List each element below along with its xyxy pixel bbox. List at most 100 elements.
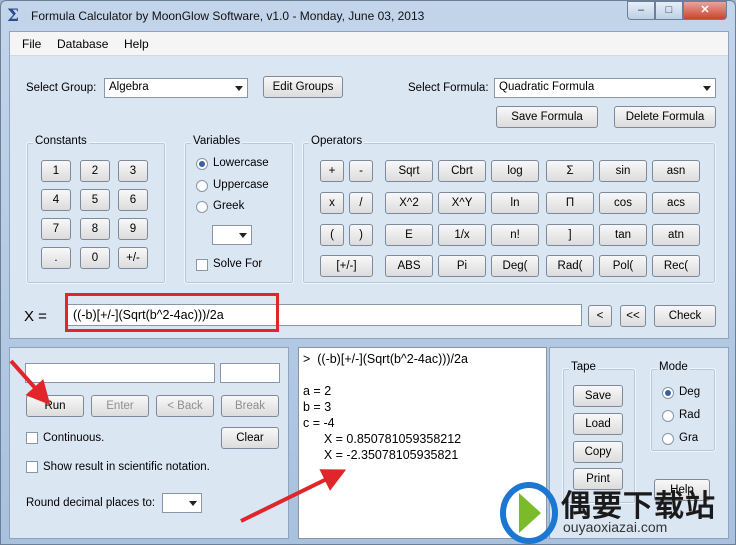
op-bracket-button[interactable]: ] [546, 224, 594, 246]
op-rec-button[interactable]: Rec( [652, 255, 700, 277]
window-title: Formula Calculator by MoonGlow Software,… [31, 9, 425, 23]
op-deg-button[interactable]: Deg( [491, 255, 539, 277]
save-formula-button[interactable]: Save Formula [496, 106, 598, 128]
op-square-button[interactable]: X^2 [385, 192, 433, 214]
run-button[interactable]: Run [26, 395, 84, 417]
op-factorial-button[interactable]: n! [491, 224, 539, 246]
op-plus-button[interactable]: + [320, 160, 344, 182]
check-button[interactable]: Check [654, 305, 716, 327]
op-acs-button[interactable]: acs [652, 192, 700, 214]
deg-label: Deg [679, 386, 701, 398]
op-atn-button[interactable]: atn [652, 224, 700, 246]
chevron-down-icon [703, 86, 711, 91]
input-field-small[interactable] [220, 363, 280, 383]
operators-title: Operators [309, 135, 365, 147]
back-button[interactable]: < Back [156, 395, 214, 417]
edit-groups-button[interactable]: Edit Groups [263, 76, 343, 98]
key-plus-minus[interactable]: +/- [118, 247, 148, 269]
op-exp-button[interactable]: E [385, 224, 433, 246]
output-line: b = 3 [303, 400, 332, 414]
scientific-checkbox[interactable] [26, 461, 38, 473]
op-product-button[interactable]: Π [546, 192, 594, 214]
maximize-button[interactable]: □ [655, 1, 683, 20]
tape-save-button[interactable]: Save [573, 385, 623, 407]
chevron-down-icon [189, 501, 197, 506]
tape-load-button[interactable]: Load [573, 413, 623, 435]
op-cos-button[interactable]: cos [599, 192, 647, 214]
op-open-paren-button[interactable]: ( [320, 224, 344, 246]
solve-for-label: Solve For [213, 258, 263, 270]
op-rad-button[interactable]: Rad( [546, 255, 594, 277]
enter-button[interactable]: Enter [91, 395, 149, 417]
key-4[interactable]: 4 [41, 189, 71, 211]
chevron-down-icon [239, 233, 247, 238]
greek-radio[interactable] [196, 201, 208, 213]
key-9[interactable]: 9 [118, 218, 148, 240]
key-decimal[interactable]: . [41, 247, 71, 269]
backspace-button[interactable]: < [588, 305, 612, 327]
op-pi-button[interactable]: Pi [438, 255, 486, 277]
uppercase-radio[interactable] [196, 180, 208, 192]
select-formula-label: Select Formula: [408, 82, 489, 94]
gra-radio[interactable] [662, 433, 674, 445]
minimize-button[interactable]: – [627, 1, 655, 20]
deg-radio[interactable] [662, 387, 674, 399]
app-window: Σ Formula Calculator by MoonGlow Softwar… [0, 0, 736, 545]
close-button[interactable]: ✕ [683, 1, 727, 20]
op-minus-button[interactable]: - [349, 160, 373, 182]
delete-formula-button[interactable]: Delete Formula [614, 106, 716, 128]
key-7[interactable]: 7 [41, 218, 71, 240]
key-0[interactable]: 0 [80, 247, 110, 269]
run-panel: Run Enter < Back Break Continuous. Clear… [9, 347, 289, 539]
key-2[interactable]: 2 [80, 160, 110, 182]
op-close-paren-button[interactable]: ) [349, 224, 373, 246]
op-reciprocal-button[interactable]: 1/x [438, 224, 486, 246]
menu-file[interactable]: File [22, 37, 41, 51]
constants-group: Constants 1 2 3 4 5 6 7 8 9 . 0 +/- [26, 135, 166, 284]
select-group-dropdown[interactable]: Algebra [104, 78, 248, 98]
variable-dropdown[interactable] [212, 225, 252, 245]
select-formula-dropdown[interactable]: Quadratic Formula [494, 78, 716, 98]
op-ln-button[interactable]: ln [491, 192, 539, 214]
key-8[interactable]: 8 [80, 218, 110, 240]
clear-button[interactable]: Clear [221, 427, 279, 449]
op-log-button[interactable]: log [491, 160, 539, 182]
op-sum-button[interactable]: Σ [546, 160, 594, 182]
op-power-button[interactable]: X^Y [438, 192, 486, 214]
chevron-down-icon [235, 86, 243, 91]
round-dropdown[interactable] [162, 493, 202, 513]
watermark-logo-icon [500, 482, 558, 544]
key-3[interactable]: 3 [118, 160, 148, 182]
main-panel: File Database Help Select Group: Algebra… [9, 31, 729, 339]
input-field[interactable] [25, 363, 215, 383]
tape-copy-button[interactable]: Copy [573, 441, 623, 463]
solve-for-checkbox[interactable] [196, 259, 208, 271]
op-tan-button[interactable]: tan [599, 224, 647, 246]
lowercase-radio[interactable] [196, 158, 208, 170]
continuous-checkbox[interactable] [26, 432, 38, 444]
op-abs-button[interactable]: ABS [385, 255, 433, 277]
menu-database[interactable]: Database [57, 37, 108, 51]
op-plus-minus-button[interactable]: [+/-] [320, 255, 373, 277]
op-sqrt-button[interactable]: Sqrt [385, 160, 433, 182]
op-multiply-button[interactable]: x [320, 192, 344, 214]
key-6[interactable]: 6 [118, 189, 148, 211]
title-bar[interactable]: Σ Formula Calculator by MoonGlow Softwar… [1, 1, 735, 31]
op-sin-button[interactable]: sin [599, 160, 647, 182]
key-5[interactable]: 5 [80, 189, 110, 211]
break-button[interactable]: Break [221, 395, 279, 417]
watermark: 偶要下载站 ouyaoxiazai.com [499, 477, 736, 545]
op-divide-button[interactable]: / [349, 192, 373, 214]
output-line: X = 0.850781059358212 [303, 432, 462, 446]
op-cbrt-button[interactable]: Cbrt [438, 160, 486, 182]
mode-group: Mode Deg Rad Gra [650, 361, 716, 452]
operators-group: Operators + - Sqrt Cbrt log Σ sin asn x … [302, 135, 716, 284]
watermark-url: ouyaoxiazai.com [563, 519, 668, 535]
rad-radio[interactable] [662, 410, 674, 422]
op-pol-button[interactable]: Pol( [599, 255, 647, 277]
op-asn-button[interactable]: asn [652, 160, 700, 182]
expression-label: X = [24, 308, 47, 325]
key-1[interactable]: 1 [41, 160, 71, 182]
clear-expression-button[interactable]: << [620, 305, 646, 327]
menu-help[interactable]: Help [124, 37, 149, 51]
